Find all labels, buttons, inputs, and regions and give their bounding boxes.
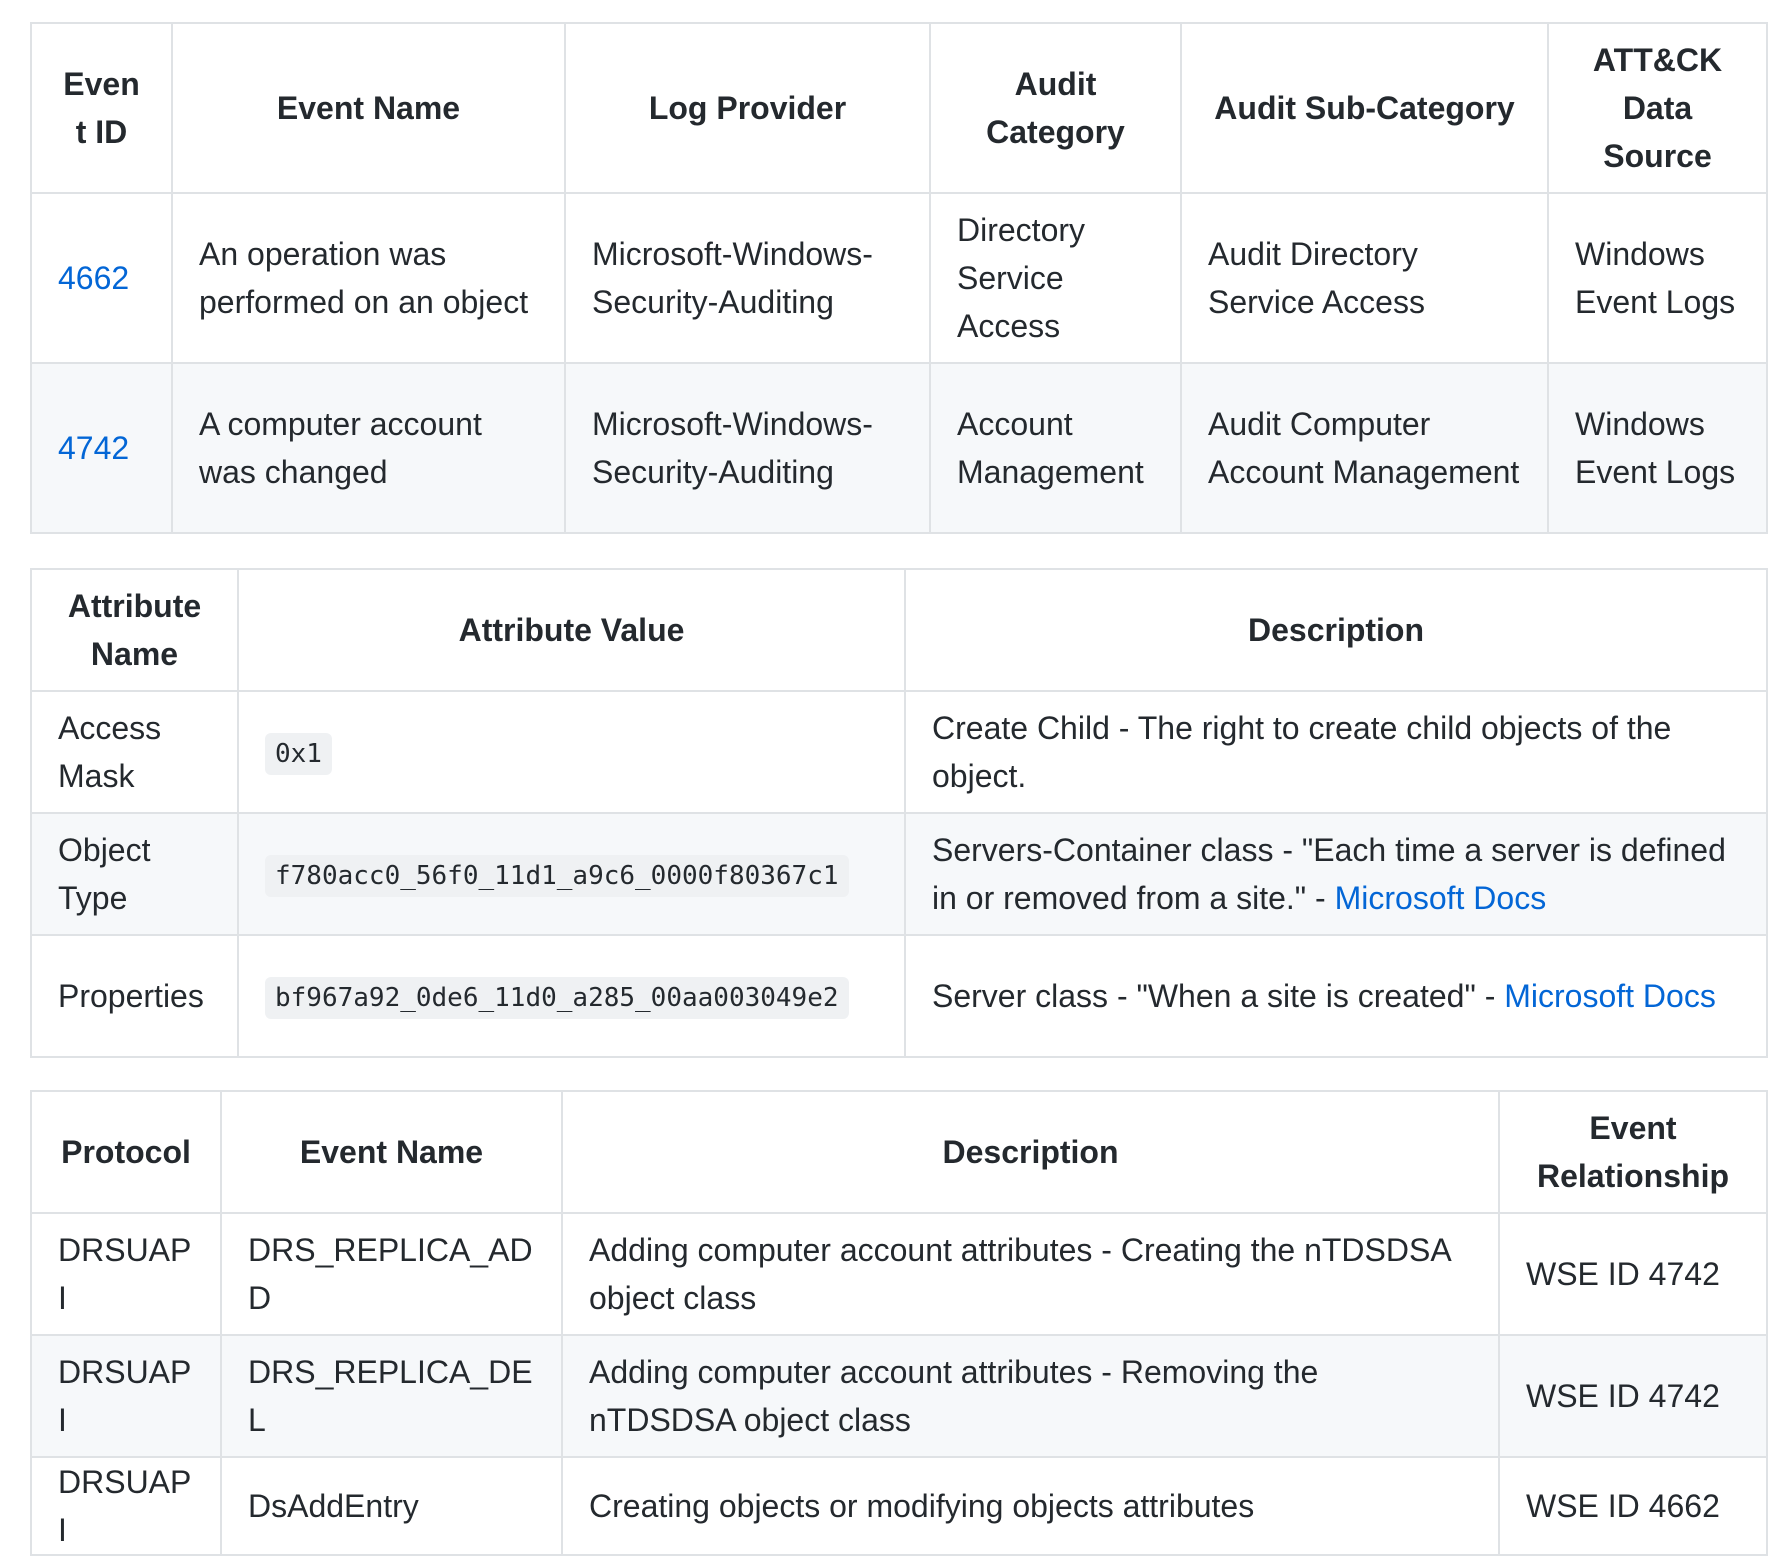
description-cell: Create Child - The right to create child… (904, 690, 1768, 814)
table-row: DRSUAPI DsAddEntry Creating objects or m… (30, 1456, 1768, 1556)
events-table: Event ID Event Name Log Provider Audit C… (30, 22, 1768, 534)
protocol-cell: DRSUAPI (30, 1456, 222, 1556)
description-cell: Adding computer account attributes - Cre… (561, 1212, 1500, 1336)
header-event-name: Event Name (171, 22, 566, 194)
description-cell: Server class - "When a site is created" … (904, 934, 1768, 1058)
event-id-link[interactable]: 4742 (58, 430, 129, 466)
relationship-cell: WSE ID 4662 (1498, 1456, 1768, 1556)
table-row: DRSUAPI DRS_REPLICA_ADD Adding computer … (30, 1212, 1768, 1336)
audit-sub-category-cell: Audit Computer Account Management (1180, 362, 1549, 534)
relationship-cell: WSE ID 4742 (1498, 1212, 1768, 1336)
description-cell: Creating objects or modifying objects at… (561, 1456, 1500, 1556)
data-source-cell: Windows Event Logs (1547, 192, 1768, 364)
attribute-value-cell: 0x1 (237, 690, 906, 814)
events-header-row: Event ID Event Name Log Provider Audit C… (30, 22, 1768, 194)
log-provider-cell: Microsoft-Windows-Security-Auditing (564, 362, 931, 534)
audit-sub-category-cell: Audit Directory Service Access (1180, 192, 1549, 364)
attribute-name-cell: Object Type (30, 812, 239, 936)
event-name-cell: DRS_REPLICA_DEL (220, 1334, 563, 1458)
audit-category-cell: Account Management (929, 362, 1182, 534)
header-log-provider: Log Provider (564, 22, 931, 194)
attribute-name-cell: Access Mask (30, 690, 239, 814)
table-row: Properties bf967a92_0de6_11d0_a285_00aa0… (30, 934, 1768, 1058)
attribute-value-code: bf967a92_0de6_11d0_a285_00aa003049e2 (265, 976, 849, 1019)
microsoft-docs-link[interactable]: Microsoft Docs (1335, 880, 1547, 916)
header-audit-sub-category: Audit Sub-Category (1180, 22, 1549, 194)
table-row: Access Mask 0x1 Create Child - The right… (30, 690, 1768, 814)
log-provider-cell: Microsoft-Windows-Security-Auditing (564, 192, 931, 364)
attribute-value-cell: bf967a92_0de6_11d0_a285_00aa003049e2 (237, 934, 906, 1058)
attribute-value-cell: f780acc0_56f0_11d1_a9c6_0000f80367c1 (237, 812, 906, 936)
description-cell: Servers-Container class - "Each time a s… (904, 812, 1768, 936)
audit-category-cell: Directory Service Access (929, 192, 1182, 364)
event-id-cell: 4662 (30, 192, 173, 364)
header-attribute-name: Attribute Name (30, 568, 239, 692)
attributes-header-row: Attribute Name Attribute Value Descripti… (30, 568, 1768, 692)
attribute-name-cell: Properties (30, 934, 239, 1058)
description-text: Create Child - The right to create child… (932, 710, 1672, 794)
data-source-cell: Windows Event Logs (1547, 362, 1768, 534)
protocols-table: Protocol Event Name Description Event Re… (30, 1090, 1768, 1556)
attribute-value-code: f780acc0_56f0_11d1_a9c6_0000f80367c1 (265, 854, 849, 897)
protocols-header-row: Protocol Event Name Description Event Re… (30, 1090, 1768, 1214)
header-audit-category: Audit Category (929, 22, 1182, 194)
event-name-cell: A computer account was changed (171, 362, 566, 534)
event-name-cell: DsAddEntry (220, 1456, 563, 1556)
table-row: Object Type f780acc0_56f0_11d1_a9c6_0000… (30, 812, 1768, 936)
header-protocol: Protocol (30, 1090, 222, 1214)
description-text: Servers-Container class - "Each time a s… (932, 832, 1726, 916)
event-id-link[interactable]: 4662 (58, 260, 129, 296)
description-text: Server class - "When a site is created" … (932, 978, 1505, 1014)
event-name-cell: An operation was performed on an object (171, 192, 566, 364)
header-description: Description (561, 1090, 1500, 1214)
table-row: 4742 A computer account was changed Micr… (30, 362, 1768, 534)
attribute-value-code: 0x1 (265, 732, 332, 775)
description-cell: Adding computer account attributes - Rem… (561, 1334, 1500, 1458)
header-event-id: Event ID (30, 22, 173, 194)
header-event-relationship: Event Relationship (1498, 1090, 1768, 1214)
protocol-cell: DRSUAPI (30, 1212, 222, 1336)
header-attribute-value: Attribute Value (237, 568, 906, 692)
relationship-cell: WSE ID 4742 (1498, 1334, 1768, 1458)
event-name-cell: DRS_REPLICA_ADD (220, 1212, 563, 1336)
header-data-source: ATT&CK Data Source (1547, 22, 1768, 194)
attributes-table: Attribute Name Attribute Value Descripti… (30, 568, 1768, 1058)
table-row: 4662 An operation was performed on an ob… (30, 192, 1768, 364)
page: Event ID Event Name Log Provider Audit C… (0, 0, 1786, 1556)
event-id-cell: 4742 (30, 362, 173, 534)
header-event-name: Event Name (220, 1090, 563, 1214)
header-description: Description (904, 568, 1768, 692)
protocol-cell: DRSUAPI (30, 1334, 222, 1458)
microsoft-docs-link[interactable]: Microsoft Docs (1504, 978, 1716, 1014)
table-row: DRSUAPI DRS_REPLICA_DEL Adding computer … (30, 1334, 1768, 1458)
